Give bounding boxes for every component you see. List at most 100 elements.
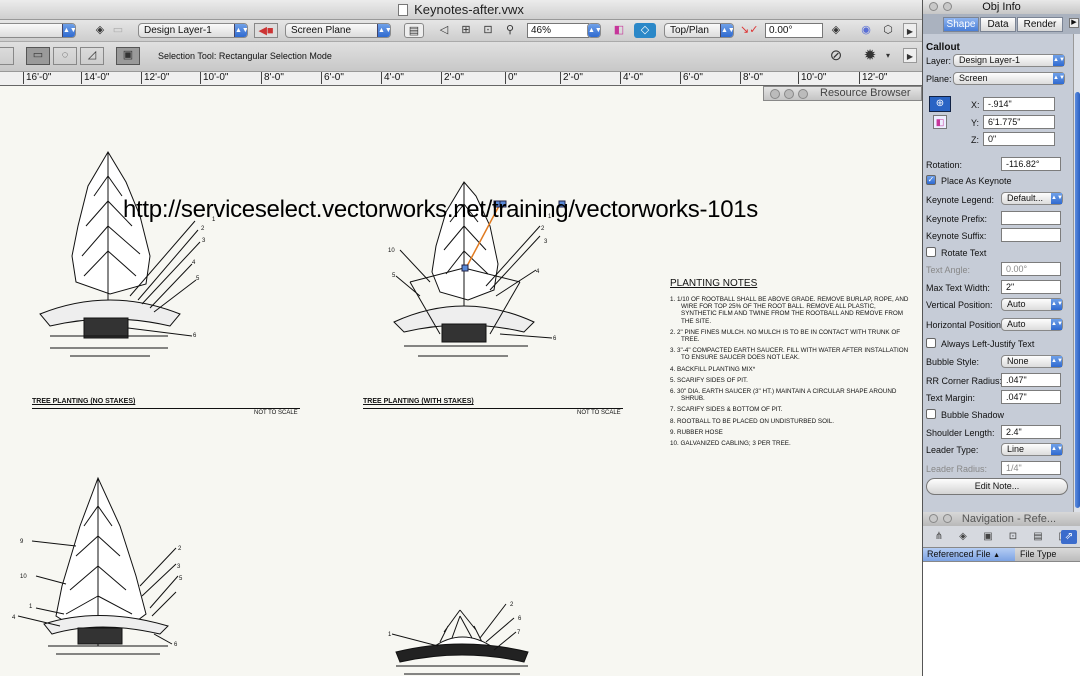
- place-as-keynote-label: Place As Keynote: [941, 176, 1012, 186]
- plane-popup[interactable]: Screen Plane ▲▼: [285, 23, 391, 38]
- callout-number-3: 3: [544, 239, 548, 245]
- y-field[interactable]: 6'1.775": [983, 115, 1055, 129]
- render-mode-icon[interactable]: ◇: [634, 23, 656, 38]
- minimize-button[interactable]: [784, 89, 794, 99]
- callouts-bottom-right: 1 2 6 7: [388, 602, 522, 638]
- callouts-left: 1 2 3 4 5 6: [192, 217, 216, 339]
- callout-number-2: 2: [178, 546, 182, 552]
- plane-select[interactable]: Screen ▲▼: [953, 72, 1065, 85]
- resource-browser-bar[interactable]: Resource Browser: [763, 86, 922, 101]
- edit-note-button[interactable]: Edit Note...: [926, 478, 1068, 495]
- keynote-suffix-field[interactable]: [1001, 228, 1061, 242]
- bubble-shadow-checkbox[interactable]: [926, 409, 936, 419]
- shoulder-length-field[interactable]: 2.4": [1001, 425, 1061, 439]
- settings-menu-icon[interactable]: ▾: [880, 48, 896, 63]
- callout-number-6: 6: [174, 642, 178, 648]
- bubble-style-select[interactable]: None ▲▼: [1001, 355, 1063, 368]
- rectangular-selection-icon[interactable]: ▭: [26, 47, 50, 65]
- horizontal-ruler[interactable]: 16'-0" 14'-0" 12'-0" 10'-0" 8'-0" 6'-0" …: [0, 72, 922, 86]
- classes-icon[interactable]: ⋔: [931, 530, 947, 544]
- planting-note: 4. Backfill planting mix*: [670, 365, 756, 373]
- visibility-icon[interactable]: ◉: [858, 23, 874, 38]
- planting-note: 2. 2" pine fines mulch. No mulch is to b…: [670, 328, 901, 344]
- tab-data[interactable]: Data: [980, 17, 1016, 32]
- rotate-plan-icon[interactable]: ↘✓: [740, 23, 758, 38]
- zoom-field[interactable]: 46%: [527, 23, 589, 38]
- max-text-width-field[interactable]: 2": [1001, 280, 1061, 294]
- referenced-files-icon[interactable]: ⇗: [1061, 530, 1077, 544]
- settings-gear-icon[interactable]: ✹: [862, 48, 878, 63]
- minimize-button[interactable]: [943, 514, 952, 523]
- drawing-canvas[interactable]: 1 2 3 4 5 6 1 2 3 4 5 10 6 9 10 1 4 2 3 …: [0, 86, 922, 676]
- col-file-type[interactable]: File Type: [1017, 548, 1056, 561]
- zoom-icon[interactable]: ⚲: [502, 23, 518, 38]
- reference-point-icon[interactable]: ⊕: [929, 96, 951, 112]
- view-popup[interactable]: Top/Plan ▲▼: [664, 23, 734, 38]
- horizontal-position-select[interactable]: Auto ▲▼: [1001, 318, 1063, 331]
- plane-label: Plane:: [926, 74, 952, 84]
- callout-number-2: 2: [510, 602, 514, 608]
- close-button[interactable]: [929, 2, 938, 11]
- class-popup[interactable]: ▲▼: [0, 23, 76, 38]
- col-referenced-file[interactable]: Referenced File ▲: [923, 548, 1015, 561]
- layer-select[interactable]: Design Layer-1 ▲▼: [953, 54, 1065, 67]
- symbols-icon[interactable]: ▤: [1030, 530, 1046, 544]
- rotate-text-checkbox[interactable]: [926, 247, 936, 257]
- text-margin-field[interactable]: .047": [1001, 390, 1061, 404]
- previous-view-icon[interactable]: ◁: [436, 23, 452, 38]
- minimize-button[interactable]: [943, 2, 952, 11]
- plane-icon[interactable]: ◧: [933, 115, 947, 129]
- layers-icon[interactable]: ◈: [92, 23, 108, 38]
- working-plane-icon[interactable]: ◀■: [254, 23, 278, 38]
- sheet-layers-icon[interactable]: ▣: [980, 530, 996, 544]
- zoom-objects-icon[interactable]: ⊡: [480, 23, 496, 38]
- page-setup-icon[interactable]: ▤: [404, 23, 424, 38]
- tab-render[interactable]: Render: [1017, 17, 1063, 32]
- snap-icon[interactable]: ⬡: [880, 23, 896, 38]
- lasso-selection-icon[interactable]: ◌: [53, 47, 77, 65]
- keynote-prefix-field[interactable]: [1001, 211, 1061, 225]
- place-as-keynote-checkbox[interactable]: ✓: [926, 175, 936, 185]
- popup-arrow-icon: ▲▼: [1053, 55, 1065, 66]
- toolbar-expand-icon[interactable]: ▶: [903, 23, 917, 38]
- tab-shape[interactable]: Shape: [943, 17, 979, 32]
- navigation-palette: Navigation - Refe... ⋔ ◈ ▣ ⊡ ▤ ▯ ⇗ Refer…: [923, 512, 1080, 676]
- saved-views-icon[interactable]: ⊡: [1005, 530, 1021, 544]
- x-field[interactable]: -.914": [983, 97, 1055, 111]
- object-type: Callout: [926, 42, 960, 53]
- callout-number-4: 4: [536, 269, 540, 275]
- callout-number-1: 1: [388, 632, 392, 638]
- vertical-position-select[interactable]: Auto ▲▼: [1001, 298, 1063, 311]
- mode-bar: ▭ ◌ ◿ ▣ Selection Tool: Rectangular Sele…: [0, 42, 922, 72]
- planting-note: 8. Rootball to be placed on undisturbed …: [670, 417, 834, 425]
- rotation-field[interactable]: 0.00°: [765, 23, 823, 38]
- popup-arrow-icon: ▲▼: [1051, 356, 1063, 367]
- zoom-button[interactable]: [798, 89, 808, 99]
- keynote-legend-select[interactable]: Default... ▲▼: [1001, 192, 1063, 205]
- navigation-title: Navigation - Refe...: [961, 513, 1057, 525]
- planting-notes-title: PLANTING NOTES: [670, 278, 758, 289]
- rr-corner-radius-field[interactable]: .047": [1001, 373, 1061, 387]
- mode-toggle-icon[interactable]: [0, 47, 14, 65]
- layers-icon[interactable]: ◈: [955, 530, 971, 544]
- zoom-fit-icon[interactable]: ⊞: [458, 23, 474, 38]
- leader-type-select[interactable]: Line ▲▼: [1001, 443, 1063, 456]
- always-left-justify-checkbox[interactable]: [926, 338, 936, 348]
- z-field[interactable]: 0": [983, 132, 1055, 146]
- close-button[interactable]: [929, 514, 938, 523]
- obj-info-scrollbar[interactable]: [1073, 34, 1080, 512]
- view-cube-icon[interactable]: ◧: [611, 23, 627, 38]
- palette-expand-icon[interactable]: ▶: [1069, 18, 1079, 28]
- polygon-selection-icon[interactable]: ◿: [80, 47, 104, 65]
- rotation-field[interactable]: -116.82°: [1001, 157, 1061, 171]
- modebar-expand-icon[interactable]: ▶: [903, 48, 917, 63]
- layer-popup[interactable]: Design Layer-1 ▲▼: [138, 23, 248, 38]
- selection-options-icon[interactable]: ▣: [116, 47, 140, 65]
- popup-arrow-icon: ▲▼: [1051, 193, 1063, 204]
- layer-options-icon[interactable]: ▭: [110, 23, 126, 38]
- zoom-popup[interactable]: ▲▼: [587, 23, 601, 38]
- layer-stack-icon[interactable]: ◈: [828, 23, 844, 38]
- snapping-icon[interactable]: ⊘: [828, 48, 844, 63]
- close-button[interactable]: [770, 89, 780, 99]
- scroll-thumb[interactable]: [1075, 92, 1080, 508]
